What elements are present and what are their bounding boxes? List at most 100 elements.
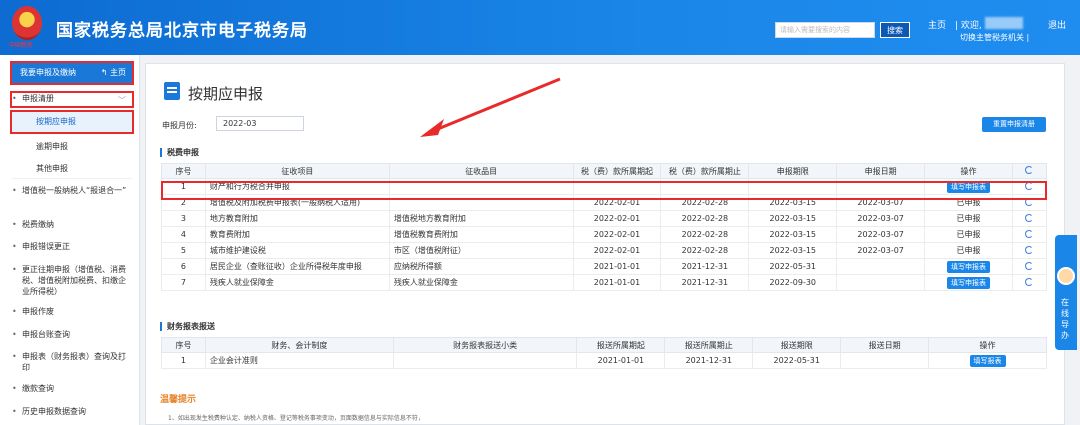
online-guide-float[interactable]: 在线导办: [1055, 235, 1077, 350]
sidebar-item-report-print[interactable]: 申报表（财务报表）查询及打印 ﹀: [12, 351, 132, 373]
refresh-cell[interactable]: [1011, 210, 1048, 227]
operation-cell: 填写报表: [928, 352, 1047, 369]
declare-date: 2022-03-07: [836, 194, 926, 211]
fin-col-header: 财务报表报送小类: [392, 337, 578, 353]
declare-date: [836, 274, 926, 291]
sidebar-header[interactable]: 我要申报及缴纳 ↰ 主页: [10, 61, 134, 85]
period-end: 2021-12-31: [664, 352, 754, 369]
sidebar-item-payment-query[interactable]: 缴款查询: [12, 383, 132, 394]
operation-cell: 已申报: [924, 226, 1013, 243]
search-input[interactable]: 请输入需要搜索的内容: [775, 22, 875, 38]
sidebar-item-tax-payment[interactable]: 税费缴纳: [12, 219, 132, 230]
row-number: 3: [161, 210, 206, 227]
levy-item: 财产和行为税合并申报: [204, 178, 390, 195]
fill-report-button[interactable]: 填写报表: [969, 354, 1006, 367]
period-end: 2022-02-28: [660, 210, 750, 227]
refresh-all-header[interactable]: [1011, 163, 1048, 179]
refresh-icon[interactable]: [1025, 261, 1034, 270]
sidebar-item-vat-refund[interactable]: 增值税一般纳税人“报退合一”: [12, 185, 132, 196]
switch-tax-authority-link[interactable]: 切换主管税务机关 |: [960, 32, 1029, 43]
refresh-cell[interactable]: [1011, 194, 1048, 211]
operation-cell: 已申报: [924, 242, 1013, 259]
sidebar-item-ledger-query[interactable]: 申报台账查询: [12, 329, 132, 340]
fill-form-button[interactable]: 填写申报表: [947, 276, 991, 289]
refresh-cell[interactable]: [1011, 274, 1048, 291]
reset-list-button[interactable]: 重置申报清册: [982, 117, 1046, 132]
sidebar-item-declaration-void[interactable]: 申报作废: [12, 306, 132, 317]
welcome-text: | 欢迎,: [955, 21, 982, 31]
deadline: 2022-05-31: [752, 352, 842, 369]
top-home-link[interactable]: 主页: [928, 18, 946, 31]
top-header: 中国税务 国家税务总局北京市电子税务局 请输入需要搜索的内容 搜索 主页 | 欢…: [0, 0, 1080, 55]
fill-form-button[interactable]: 填写申报表: [947, 260, 991, 273]
sidebar-item-overdue-declaration[interactable]: 逾期申报: [12, 141, 132, 152]
period-start: 2022-02-01: [572, 242, 662, 259]
levy-sub-item: [388, 194, 574, 211]
financial-report-table: 序号 财务、会计制度 财务报表报送小类 报送所属期起 报送所属期止 报送期限 报送日期 操作 …: [161, 337, 1047, 369]
refresh-icon[interactable]: [1025, 166, 1034, 174]
refresh-icon[interactable]: [1025, 277, 1034, 286]
table-row: 4 教育费附加 增值税教育费附加 2022-02-01 2022-02-28 2022-0…: [161, 226, 1048, 243]
tips-title: 温馨提示: [160, 395, 197, 405]
fin-col-header: 报送所属期起: [576, 337, 666, 353]
period-end: [660, 178, 750, 195]
deadline: 2022-03-15: [748, 210, 838, 227]
search-button[interactable]: 搜索: [880, 22, 910, 38]
guide-avatar-icon: [1057, 267, 1075, 285]
operation-cell: 填写申报表: [924, 274, 1013, 291]
logout-link[interactable]: 退出: [1048, 18, 1066, 31]
sidebar-home-link[interactable]: ↰ 主页: [101, 63, 126, 83]
sidebar-item-declaration-list[interactable]: 申报清册 ﹀: [10, 91, 134, 108]
sidebar-item-past-correction[interactable]: 更正往期申报（增值税、消费税、增值税附加税费、扣缴企业所得税）: [12, 264, 132, 297]
refresh-icon[interactable]: [1025, 245, 1034, 254]
operation-cell: 填写申报表: [924, 258, 1013, 275]
table-row: 3 地方教育附加 增值税地方教育附加 2022-02-01 2022-02-28 2022…: [161, 210, 1048, 227]
status-declared: 已申报: [956, 246, 981, 255]
deadline: 2022-03-15: [748, 194, 838, 211]
deadline: 2022-03-15: [748, 242, 838, 259]
page-title: 按期应申报: [188, 85, 264, 103]
levy-sub-item: 残疾人就业保障金: [388, 274, 574, 291]
period-start: 2021-01-01: [572, 274, 662, 291]
period-input[interactable]: 2022-03: [216, 116, 304, 131]
refresh-icon[interactable]: [1025, 197, 1034, 206]
levy-item: 教育费附加: [204, 226, 390, 243]
operation-cell: 填写申报表: [924, 178, 1013, 195]
levy-item: 残疾人就业保障金: [204, 274, 390, 291]
row-number: 5: [161, 242, 206, 259]
fill-form-button[interactable]: 填写申报表: [947, 180, 991, 193]
fin-col-header: 财务、会计制度: [204, 337, 394, 353]
refresh-icon[interactable]: [1025, 229, 1034, 238]
tax-declaration-table: 序号 征收项目 征收品目 税（费）款所属期起 税（费）款所属期止 申报期限 申报日期 操作 1…: [161, 163, 1048, 291]
period-start: 2021-01-01: [572, 258, 662, 275]
refresh-icon[interactable]: [1025, 181, 1034, 190]
levy-item: 城市维护建设税: [204, 242, 390, 259]
refresh-cell[interactable]: [1011, 226, 1048, 243]
tax-col-header: 税（费）款所属期止: [660, 163, 750, 179]
refresh-icon[interactable]: [1025, 213, 1034, 222]
tax-section-title: 税费申报: [160, 148, 199, 157]
sidebar: 我要申报及缴纳 ↰ 主页 申报清册 ﹀ 按期应申报 逾期申报 其他申报 增值税一…: [0, 55, 140, 425]
row-number: 6: [161, 258, 206, 275]
report-sub-type: [392, 352, 578, 369]
levy-item: 地方教育附加: [204, 210, 390, 227]
sidebar-item-other-declaration[interactable]: 其他申报: [12, 163, 132, 174]
sidebar-item-periodic-declaration[interactable]: 按期应申报: [10, 110, 134, 134]
refresh-cell[interactable]: [1011, 258, 1048, 275]
period-start: 2022-02-01: [572, 194, 662, 211]
refresh-cell[interactable]: [1011, 242, 1048, 259]
operation-cell: 已申报: [924, 194, 1013, 211]
fin-col-header: 报送期限: [752, 337, 842, 353]
refresh-cell[interactable]: [1011, 178, 1048, 195]
sidebar-item-history-query[interactable]: 历史申报数据查询: [12, 406, 132, 417]
period-start: 2022-02-01: [572, 226, 662, 243]
period-end: 2022-02-28: [660, 194, 750, 211]
sidebar-item-error-correction[interactable]: 申报错误更正: [12, 241, 132, 252]
tax-col-header: 申报期限: [748, 163, 838, 179]
levy-sub-item: 市区（增值税附征）: [388, 242, 574, 259]
period-start: 2021-01-01: [576, 352, 666, 369]
username-blurred: [985, 17, 1023, 29]
tax-col-header: 申报日期: [836, 163, 926, 179]
fin-col-header: 报送日期: [840, 337, 930, 353]
tax-col-header: 征收项目: [204, 163, 390, 179]
